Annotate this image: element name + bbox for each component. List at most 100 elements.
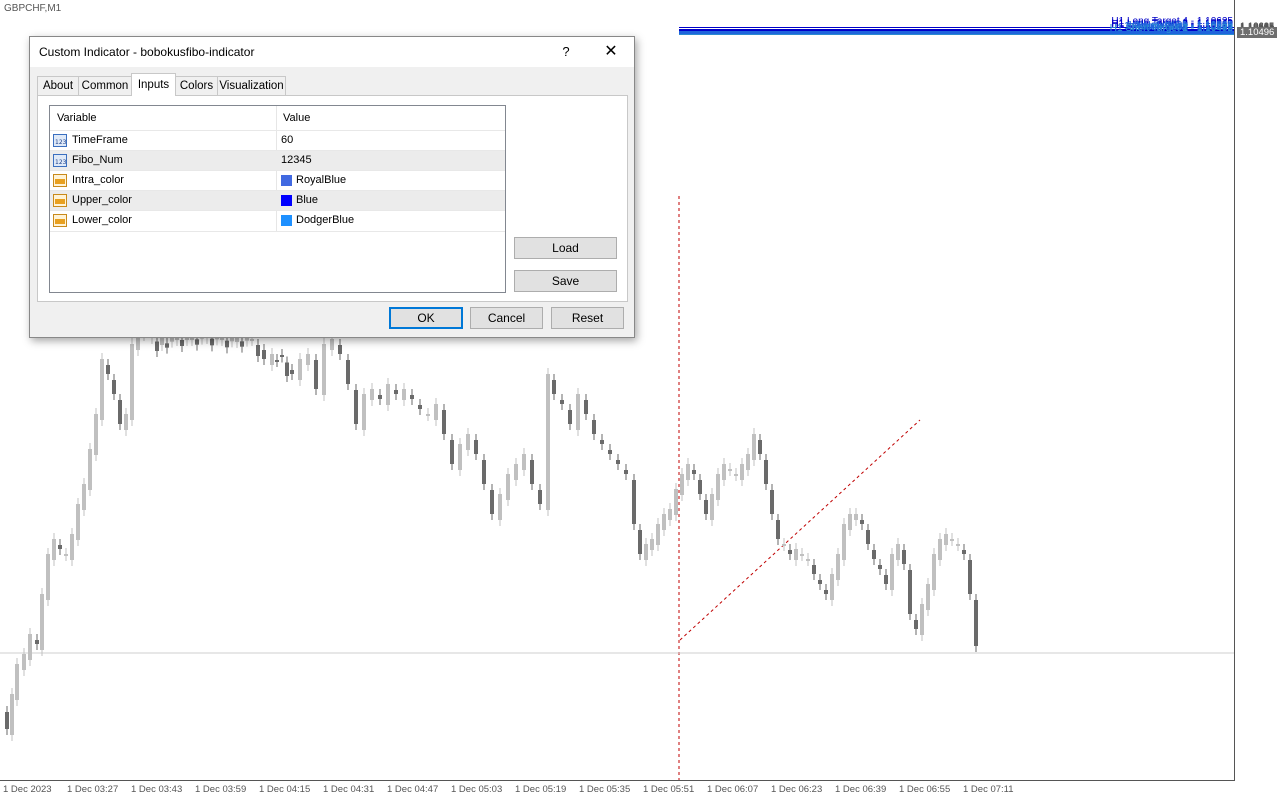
candle-body (546, 374, 550, 510)
tab-colors[interactable]: Colors (175, 76, 218, 95)
color-icon (53, 194, 67, 207)
candle-body (584, 400, 588, 414)
inputs-grid[interactable]: Variable Value 123 TimeFrame 60 123 Fibo… (49, 105, 506, 293)
candle-body (662, 514, 666, 530)
current-price-label: 1.10496 (1237, 27, 1278, 38)
candle-body (46, 554, 50, 600)
candle-body (920, 604, 924, 635)
candle-body (195, 339, 199, 345)
candle-body (118, 400, 122, 424)
input-row-upper-color[interactable]: Upper_color Blue (50, 190, 505, 211)
tab-visualization[interactable]: Visualization (217, 76, 286, 95)
candle-body (568, 410, 572, 424)
variable-name: Upper_color (72, 194, 132, 206)
candle-body (638, 530, 642, 554)
column-header-value[interactable]: Value (283, 112, 310, 124)
candle-body (770, 490, 774, 514)
time-tick-label: 1 Dec 03:43 (131, 784, 183, 795)
candle-body (322, 344, 326, 395)
ok-button[interactable]: OK (389, 307, 463, 329)
candle-body (306, 354, 310, 365)
candle-body (674, 489, 678, 515)
candle-body (758, 440, 762, 454)
candle-body (902, 550, 906, 564)
candle-body (354, 390, 358, 424)
color-icon (53, 174, 67, 187)
candle-body (490, 490, 494, 514)
candle-body (716, 474, 720, 500)
input-row-timeframe[interactable]: 123 TimeFrame 60 (50, 130, 505, 151)
candle-body (608, 450, 612, 454)
candle-body (692, 470, 696, 474)
price-axis-line (1234, 0, 1235, 780)
candle-body (346, 360, 350, 384)
inputs-panel: Variable Value 123 TimeFrame 60 123 Fibo… (37, 95, 628, 302)
candle-body (506, 474, 510, 500)
input-row-fibo-num[interactable]: 123 Fibo_Num 12345 (50, 150, 505, 171)
column-header-variable[interactable]: Variable (57, 112, 97, 124)
variable-name: Lower_color (72, 214, 132, 226)
candle-body (866, 530, 870, 544)
chart-symbol-label: GBPCHF,M1 (4, 3, 62, 14)
candle-body (800, 554, 804, 556)
candle-body (908, 570, 912, 614)
time-tick-label: 1 Dec 05:35 (579, 784, 631, 795)
variable-value[interactable]: RoyalBlue (296, 174, 346, 186)
grid-header: Variable Value (50, 106, 505, 130)
save-button[interactable]: Save (514, 270, 617, 292)
load-button[interactable]: Load (514, 237, 617, 259)
candle-body (746, 454, 750, 470)
candle-body (70, 534, 74, 560)
dialog-title: Custom Indicator - bobokusfibo-indicator (39, 45, 255, 59)
level-line[interactable] (679, 34, 1234, 35)
variable-value[interactable]: 12345 (281, 154, 312, 166)
input-row-intra-color[interactable]: Intra_color RoyalBlue (50, 170, 505, 191)
tab-common[interactable]: Common (78, 76, 132, 95)
candle-body (386, 384, 390, 405)
dialog-titlebar[interactable]: Custom Indicator - bobokusfibo-indicator… (30, 37, 634, 67)
candle-body (426, 414, 430, 416)
candle-body (94, 414, 98, 455)
candle-body (890, 554, 894, 590)
time-tick-label: 1 Dec 05:51 (643, 784, 695, 795)
candle-body (10, 694, 14, 735)
trend-line (679, 419, 921, 641)
candle-body (818, 580, 822, 584)
candle-body (498, 494, 502, 520)
tab-inputs[interactable]: Inputs (131, 73, 176, 96)
level-label: H1 Short Target 2 - 1.10473 (1109, 23, 1233, 34)
candle-body (968, 560, 972, 594)
candle-body (776, 520, 780, 539)
help-button[interactable]: ? (552, 39, 580, 65)
integer-icon: 123 (53, 134, 67, 147)
candle-body (764, 460, 768, 484)
candle-body (28, 634, 32, 660)
reset-button[interactable]: Reset (551, 307, 624, 329)
candle-body (752, 434, 756, 460)
variable-value[interactable]: Blue (296, 194, 318, 206)
input-row-lower-color[interactable]: Lower_color DodgerBlue (50, 210, 505, 232)
candle-body (106, 365, 110, 374)
time-tick-label: 1 Dec 05:03 (451, 784, 503, 795)
time-tick-label: 1 Dec 06:23 (771, 784, 823, 795)
candle-body (680, 474, 684, 495)
integer-icon: 123 (53, 154, 67, 167)
time-tick-label: 1 Dec 06:07 (707, 784, 759, 795)
candle-body (290, 370, 294, 374)
close-icon[interactable]: ✕ (596, 39, 626, 65)
candle-body (538, 490, 542, 504)
time-tick-label: 1 Dec 04:47 (387, 784, 439, 795)
candle-body (370, 389, 374, 400)
time-tick-label: 1 Dec 06:39 (835, 784, 887, 795)
candle-body (842, 524, 846, 560)
cancel-button[interactable]: Cancel (470, 307, 543, 329)
candle-body (225, 340, 229, 348)
candle-body (698, 480, 702, 494)
variable-value[interactable]: DodgerBlue (296, 214, 354, 226)
candle-body (256, 345, 260, 356)
candle-body (782, 544, 786, 546)
tab-about[interactable]: About (37, 76, 79, 95)
custom-indicator-dialog[interactable]: Custom Indicator - bobokusfibo-indicator… (29, 36, 635, 338)
variable-value[interactable]: 60 (281, 134, 293, 146)
candle-body (362, 394, 366, 430)
